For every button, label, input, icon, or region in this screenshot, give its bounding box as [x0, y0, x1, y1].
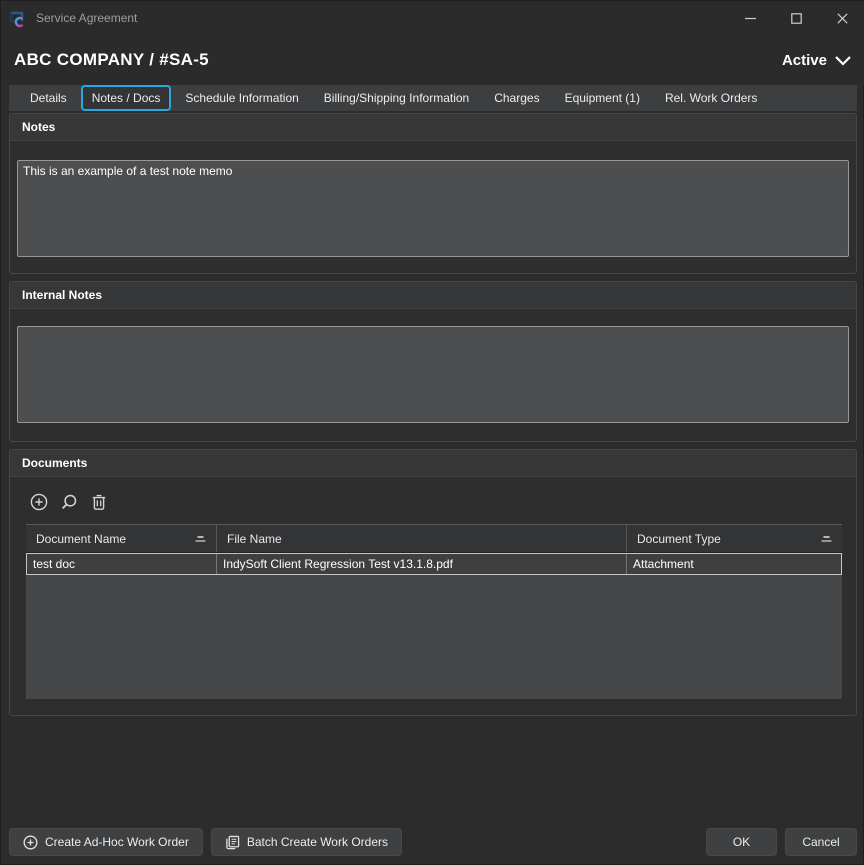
dialog-actions: OK Cancel	[706, 828, 857, 856]
tab-billing-shipping-information[interactable]: Billing/Shipping Information	[313, 85, 480, 111]
app-logo-icon	[8, 8, 28, 28]
tab-charges[interactable]: Charges	[483, 85, 550, 111]
maximize-button[interactable]	[773, 1, 819, 35]
sort-icon	[819, 533, 834, 545]
internal-notes-group-title: Internal Notes	[10, 282, 856, 309]
status-value: Active	[782, 52, 827, 69]
sort-icon	[193, 533, 208, 545]
window-title: Service Agreement	[36, 11, 137, 25]
trash-icon	[91, 493, 107, 511]
column-header-document-type[interactable]: Document Type	[627, 525, 842, 552]
footer-bar: Create Ad-Hoc Work Order Batch Create Wo…	[1, 827, 864, 857]
documents-group: Documents	[9, 449, 857, 716]
create-adhoc-work-order-button[interactable]: Create Ad-Hoc Work Order	[9, 828, 203, 856]
documents-group-title: Documents	[10, 450, 856, 477]
titlebar: Service Agreement	[1, 1, 864, 35]
table-row[interactable]: test doc IndySoft Client Regression Test…	[26, 553, 842, 575]
tab-bar: Details Notes / Docs Schedule Informatio…	[9, 85, 857, 111]
tab-equipment[interactable]: Equipment (1)	[554, 85, 651, 111]
search-icon	[60, 493, 78, 511]
cell-file-name: IndySoft Client Regression Test v13.1.8.…	[217, 554, 627, 574]
page-title: ABC COMPANY / #SA-5	[14, 50, 209, 70]
batch-documents-icon	[225, 835, 240, 850]
tab-schedule-information[interactable]: Schedule Information	[174, 85, 309, 111]
ok-button[interactable]: OK	[706, 828, 777, 856]
minimize-button[interactable]	[727, 1, 773, 35]
column-header-file-name[interactable]: File Name	[217, 525, 627, 552]
batch-create-work-orders-button[interactable]: Batch Create Work Orders	[211, 828, 402, 856]
documents-table-header: Document Name File Name Document Type	[26, 525, 842, 553]
documents-toolbar	[28, 491, 110, 513]
cell-document-type: Attachment	[627, 554, 841, 574]
tab-notes-docs[interactable]: Notes / Docs	[81, 85, 172, 111]
documents-table: Document Name File Name Document Type te…	[26, 524, 842, 699]
delete-document-button[interactable]	[88, 491, 110, 513]
record-header: ABC COMPANY / #SA-5 Active	[1, 35, 864, 85]
plus-circle-icon	[23, 835, 38, 850]
notes-memo-input[interactable]: This is an example of a test note memo	[17, 160, 849, 257]
column-header-document-name[interactable]: Document Name	[26, 525, 217, 552]
internal-notes-group: Internal Notes	[9, 281, 857, 442]
notes-group: Notes This is an example of a test note …	[9, 113, 857, 274]
cell-document-name: test doc	[27, 554, 217, 574]
chevron-down-icon	[834, 55, 852, 66]
cancel-button[interactable]: Cancel	[785, 828, 857, 856]
view-document-button[interactable]	[58, 491, 80, 513]
tab-details[interactable]: Details	[19, 85, 78, 111]
tab-rel-work-orders[interactable]: Rel. Work Orders	[654, 85, 768, 111]
plus-circle-icon	[30, 493, 48, 511]
close-button[interactable]	[819, 1, 864, 35]
notes-group-title: Notes	[10, 114, 856, 141]
add-document-button[interactable]	[28, 491, 50, 513]
window-controls	[727, 1, 864, 35]
internal-notes-memo-input[interactable]	[17, 326, 849, 423]
status-dropdown[interactable]: Active	[782, 52, 852, 69]
service-agreement-window: { "window": { "title": "Service Agreemen…	[0, 0, 864, 865]
